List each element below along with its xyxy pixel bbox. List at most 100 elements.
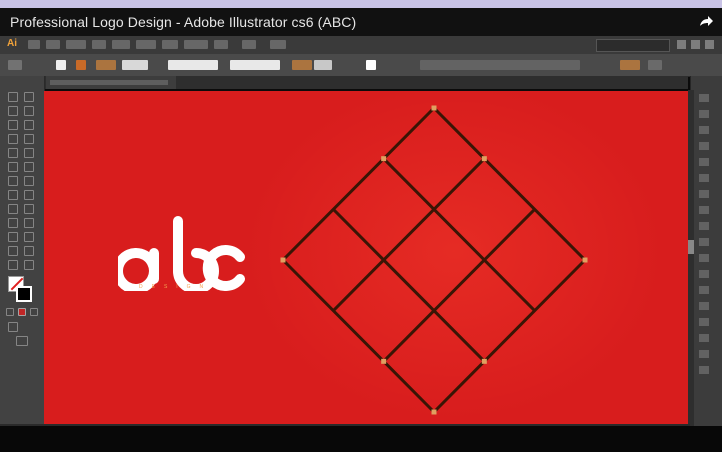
share-arrow-icon[interactable] [698,13,714,29]
menu-item[interactable] [46,40,60,49]
artboard[interactable]: DESIGN [44,91,688,424]
video-title-bar: Professional Logo Design - Adobe Illustr… [0,8,722,36]
style-swatch[interactable] [366,60,376,70]
pencil-tool-icon[interactable] [24,148,34,158]
rectangle-tool-icon[interactable] [24,134,34,144]
vertical-scrollbar[interactable] [688,90,694,426]
transparency-panel-icon[interactable] [699,190,709,198]
scale-tool-icon[interactable] [24,176,34,186]
align-panel-icon[interactable] [699,286,709,294]
variable-width-field[interactable] [168,60,218,70]
anchor-point[interactable] [431,105,437,111]
navigator-panel-icon[interactable] [699,366,709,374]
brushes-panel-icon[interactable] [699,126,709,134]
close-icon[interactable] [705,40,714,49]
direct-selection-tool-icon[interactable] [24,92,34,102]
menu-item[interactable] [270,40,286,49]
graphic-styles-panel-icon[interactable] [699,222,709,230]
document-tab[interactable] [46,76,176,89]
menu-item[interactable] [162,40,178,49]
lasso-tool-icon[interactable] [24,106,34,116]
free-transform-tool-icon[interactable] [24,190,34,200]
selection-tool-icon[interactable] [8,92,18,102]
shape-builder-tool-icon[interactable] [8,204,18,214]
gradient-tool-icon[interactable] [24,218,34,228]
hand-tool-icon[interactable] [8,260,18,270]
swatches-panel-icon[interactable] [699,110,709,118]
grid-line[interactable] [382,208,536,363]
top-band [0,0,722,8]
stroke-color-swatch[interactable] [16,286,32,302]
symbols-panel-icon[interactable] [699,142,709,150]
column-graph-tool-icon[interactable] [24,246,34,256]
pathfinder-panel-icon[interactable] [699,302,709,310]
grid-line[interactable] [382,157,536,312]
paragraph-panel-icon[interactable] [699,334,709,342]
pen-tool-icon[interactable] [8,120,18,130]
grid-line[interactable] [281,106,436,262]
grid-line[interactable] [432,258,587,414]
width-tool-icon[interactable] [8,190,18,200]
character-panel-icon[interactable] [699,318,709,326]
magic-wand-tool-icon[interactable] [8,106,18,116]
color-panel-icon[interactable] [699,94,709,102]
layers-panel-icon[interactable] [699,238,709,246]
perspective-grid-tool-icon[interactable] [24,204,34,214]
stroke-swatch-control[interactable] [76,60,86,70]
color-mode-icon[interactable] [18,308,26,316]
menu-item[interactable] [28,40,40,49]
brush-definition-field[interactable] [230,60,280,70]
scrollbar-thumb[interactable] [688,240,694,254]
grid-line[interactable] [332,157,486,312]
eraser-tool-icon[interactable] [24,162,34,172]
abc-logo[interactable] [113,201,258,294]
grid-line[interactable] [432,106,587,262]
blend-tool-icon[interactable] [24,232,34,242]
opacity-field[interactable] [314,60,332,70]
menu-item[interactable] [214,40,228,49]
artboards-panel-icon[interactable] [699,254,709,262]
draw-mode-icon[interactable] [8,322,18,332]
anchor-point[interactable] [481,358,487,364]
gradient-panel-icon[interactable] [699,174,709,182]
line-tool-icon[interactable] [8,134,18,144]
transform-panel-icon[interactable] [699,270,709,278]
rotate-tool-icon[interactable] [8,176,18,186]
grid-line[interactable] [281,258,436,414]
menu-item[interactable] [184,40,208,49]
workspace-switcher[interactable] [596,39,670,52]
maximize-icon[interactable] [691,40,700,49]
anchor-point[interactable] [381,358,387,364]
appearance-panel-icon[interactable] [699,206,709,214]
fill-swatch-control[interactable] [56,60,66,70]
menu-item[interactable] [242,40,256,49]
menu-item[interactable] [136,40,156,49]
stroke-weight-field[interactable] [122,60,148,70]
paintbrush-tool-icon[interactable] [8,148,18,158]
stroke-panel-icon[interactable] [699,158,709,166]
menu-item[interactable] [66,40,86,49]
anchor-point[interactable] [381,156,387,162]
eyedropper-tool-icon[interactable] [8,232,18,242]
menu-item[interactable] [92,40,106,49]
anchor-point[interactable] [280,257,286,263]
align-controls[interactable] [420,60,580,70]
default-colors-icon[interactable] [6,308,14,316]
screen-mode-icon[interactable] [16,336,28,346]
menu-item[interactable] [112,40,130,49]
anchor-point[interactable] [582,257,588,263]
type-tool-icon[interactable] [24,120,34,130]
anchor-point[interactable] [431,409,437,415]
zoom-tool-icon[interactable] [24,260,34,270]
mesh-tool-icon[interactable] [8,218,18,228]
links-panel-icon[interactable] [699,350,709,358]
more-options[interactable] [648,60,662,70]
symbol-sprayer-tool-icon[interactable] [8,246,18,256]
anchor-point[interactable] [481,156,487,162]
gradient-mode-icon[interactable] [30,308,38,316]
tools-panel [0,76,45,426]
minimize-icon[interactable] [677,40,686,49]
grid-line[interactable] [332,208,486,363]
blob-brush-tool-icon[interactable] [8,162,18,172]
transform-label[interactable] [620,60,640,70]
